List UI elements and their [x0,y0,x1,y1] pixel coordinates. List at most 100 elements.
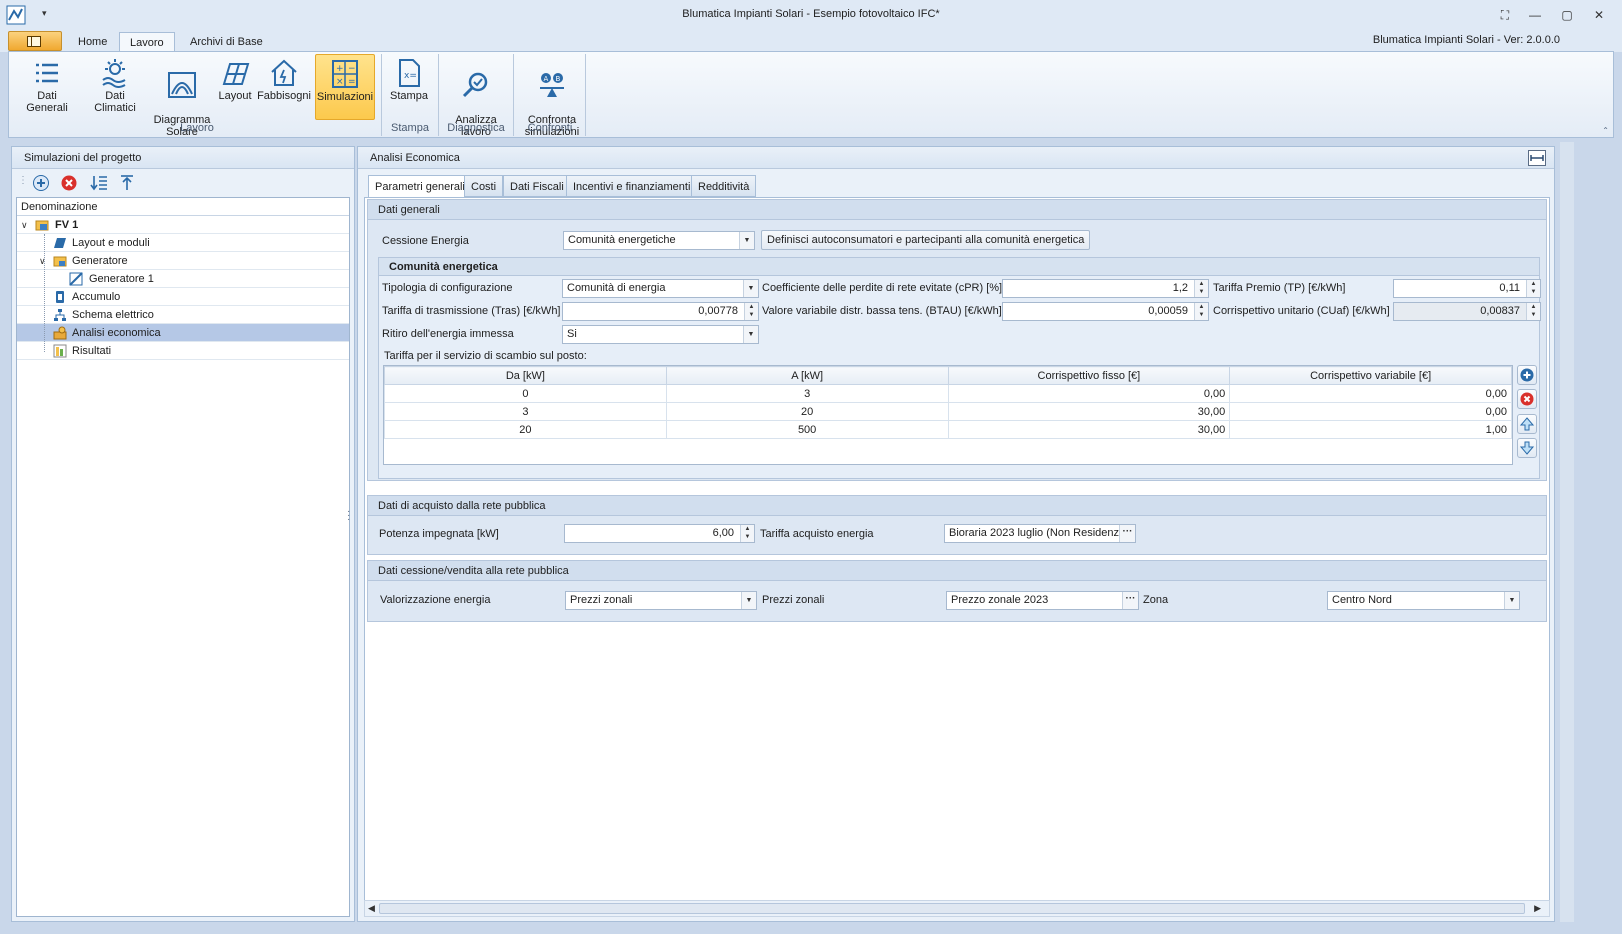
tras-input[interactable]: 0,00778 ▲ ▼ [562,302,759,321]
btau-input[interactable]: 0,00059 ▲ ▼ [1002,302,1209,321]
cpr-input[interactable]: 1,2 ▲ ▼ [1002,279,1209,298]
spinner-icon[interactable]: ▲ ▼ [1194,280,1208,297]
tree-label-accumulo: Accumulo [72,291,121,303]
tab-redditivita[interactable]: Redditività [691,175,757,197]
ellipsis-icon[interactable]: ··· [1119,525,1135,542]
maximize-button[interactable]: ▢ [1556,6,1578,24]
minimize-button[interactable]: — [1524,6,1546,24]
analizza-lavoro-button[interactable]: Analizza lavoro [447,54,505,138]
dati-climatici-button[interactable]: Dati Climatici [83,54,147,120]
zona-select[interactable]: Centro Nord ▼ [1327,591,1520,610]
spinner-icon[interactable]: ▲ ▼ [1194,303,1208,320]
tree-item-layout-moduli[interactable]: Layout e moduli [17,234,349,252]
spinner-icon[interactable]: ▲ ▼ [744,303,758,320]
tab-dati-fiscali[interactable]: Dati Fiscali [503,175,571,197]
stampa-button[interactable]: x= Stampa [387,54,431,120]
valorizzazione-select[interactable]: Prezzi zonali ▼ [565,591,757,610]
tree-item-fv1[interactable]: ∨ FV 1 [17,216,349,234]
tree-item-generatore[interactable]: ∨ Generatore [17,252,349,270]
table-cell[interactable]: 0 [384,384,667,403]
tab-lavoro[interactable]: Lavoro [119,32,175,52]
tariffa-acquisto-field[interactable]: Bioraria 2023 luglio (Non Residenza) ··· [944,524,1136,543]
table-cell[interactable]: 20 [665,402,949,421]
chevron-down-icon[interactable]: ∨ [21,216,28,234]
ellipsis-icon[interactable]: ··· [1122,592,1138,609]
tree-label-layout-moduli: Layout e moduli [72,237,150,249]
scrollbar-thumb[interactable] [379,903,1525,914]
ritiro-label: Ritiro dell'energia immessa [382,328,514,340]
table-cell[interactable]: 3 [384,402,667,421]
tree-item-accumulo[interactable]: Accumulo [17,288,349,306]
tree-label-analisi-economica: Analisi economica [72,327,161,339]
dock-panel-icon[interactable] [1528,150,1546,166]
scroll-left-icon[interactable]: ◀ [368,901,375,916]
fabbisogni-button[interactable]: Fabbisogni [257,54,311,120]
scroll-right-icon[interactable]: ▶ [1534,901,1541,916]
confronta-simulazioni-button[interactable]: AB Confronta simulazioni [519,54,585,138]
restore-layout-icon[interactable]: ⛶ [1494,6,1516,24]
tree-item-risultati[interactable]: Risultati [17,342,349,360]
tree-item-analisi-economica[interactable]: Analisi economica [17,324,349,342]
tab-costi[interactable]: Costi [464,175,504,197]
move-down-button[interactable] [1517,438,1537,458]
table-row[interactable]: 20 500 30,00 1,00 [384,420,1512,439]
collapse-all-icon[interactable] [118,174,136,192]
chevron-down-icon[interactable]: ▼ [1504,592,1519,609]
table-cell[interactable]: 3 [665,384,949,403]
table-cell[interactable]: 20 [384,420,667,439]
app-menu-button[interactable] [8,31,62,51]
tab-home[interactable]: Home [68,32,117,52]
column-header-da[interactable]: Da [kW] [384,366,667,385]
tree-item-schema-elettrico[interactable]: Schema elettrico [17,306,349,324]
dati-generali-button[interactable]: Dati Generali [15,54,79,120]
tariffa-acquisto-label: Tariffa acquisto energia [760,528,874,540]
chevron-down-icon[interactable]: ▼ [743,280,758,297]
ritiro-select[interactable]: Si ▼ [562,325,759,344]
tab-parametri-generali[interactable]: Parametri generali [368,175,472,198]
table-cell[interactable]: 0,00 [947,384,1231,403]
cessione-energia-value: Comunità energetiche [568,234,676,246]
layout-button[interactable]: Layout [215,54,255,120]
horizontal-scrollbar[interactable]: ◀ ▶ [364,900,1550,917]
table-row[interactable]: 0 3 0,00 0,00 [384,384,1512,403]
column-header-a[interactable]: A [kW] [665,366,949,385]
diagramma-solare-button[interactable]: Diagramma Solare [151,54,213,138]
chevron-down-icon[interactable]: ▼ [741,592,756,609]
delete-icon[interactable] [60,174,78,192]
panel-splitter[interactable]: · · · [347,507,350,525]
tipologia-select[interactable]: Comunità di energia ▼ [562,279,759,298]
simulazioni-button[interactable]: + − × = Simulazioni [315,54,375,120]
tree-item-generatore-1[interactable]: Generatore 1 [17,270,349,288]
potenza-input[interactable]: 6,00 ▲ ▼ [564,524,755,543]
delete-row-button[interactable] [1517,389,1537,409]
tab-incentivi-finanziamenti[interactable]: Incentivi e finanziamenti [566,175,698,197]
table-row[interactable]: 3 20 30,00 0,00 [384,402,1512,421]
expand-all-icon[interactable] [90,174,108,192]
tp-input[interactable]: 0,11 ▲ ▼ [1393,279,1541,298]
spinner-icon[interactable]: ▲ ▼ [1526,280,1540,297]
table-cell[interactable]: 0,00 [1229,384,1512,403]
cuaf-label: Corrispettivo unitario (CUaf) [€/kWh] [1213,305,1390,317]
cessione-energia-select[interactable]: Comunità energetiche ▼ [563,231,755,250]
economic-analysis-panel: Analisi Economica Parametri generali Cos… [357,146,1555,922]
table-cell[interactable]: 0,00 [1229,402,1512,421]
spinner-icon[interactable]: ▲ ▼ [740,525,754,542]
chevron-down-icon[interactable]: ▼ [739,232,754,249]
add-row-button[interactable] [1517,365,1537,385]
table-cell[interactable]: 1,00 [1229,420,1512,439]
move-up-button[interactable] [1517,414,1537,434]
tree-label-fv1: FV 1 [55,219,79,231]
column-header-variabile[interactable]: Corrispettivo variabile [€] [1229,366,1512,385]
ribbon-collapse-icon[interactable]: ⌃ [1602,126,1609,135]
table-cell[interactable]: 500 [665,420,949,439]
table-cell[interactable]: 30,00 [947,402,1231,421]
prezzi-zonali-field[interactable]: Prezzo zonale 2023 ··· [946,591,1139,610]
close-button[interactable]: ✕ [1588,6,1610,24]
column-header-fisso[interactable]: Corrispettivo fisso [€] [947,366,1231,385]
tab-archivi-di-base[interactable]: Archivi di Base [180,32,273,52]
define-community-button[interactable]: Definisci autoconsumatori e partecipanti… [761,230,1091,250]
add-icon[interactable] [32,174,50,192]
table-cell[interactable]: 30,00 [947,420,1231,439]
economic-analysis-title: Analisi Economica [358,147,1554,169]
chevron-down-icon[interactable]: ▼ [743,326,758,343]
